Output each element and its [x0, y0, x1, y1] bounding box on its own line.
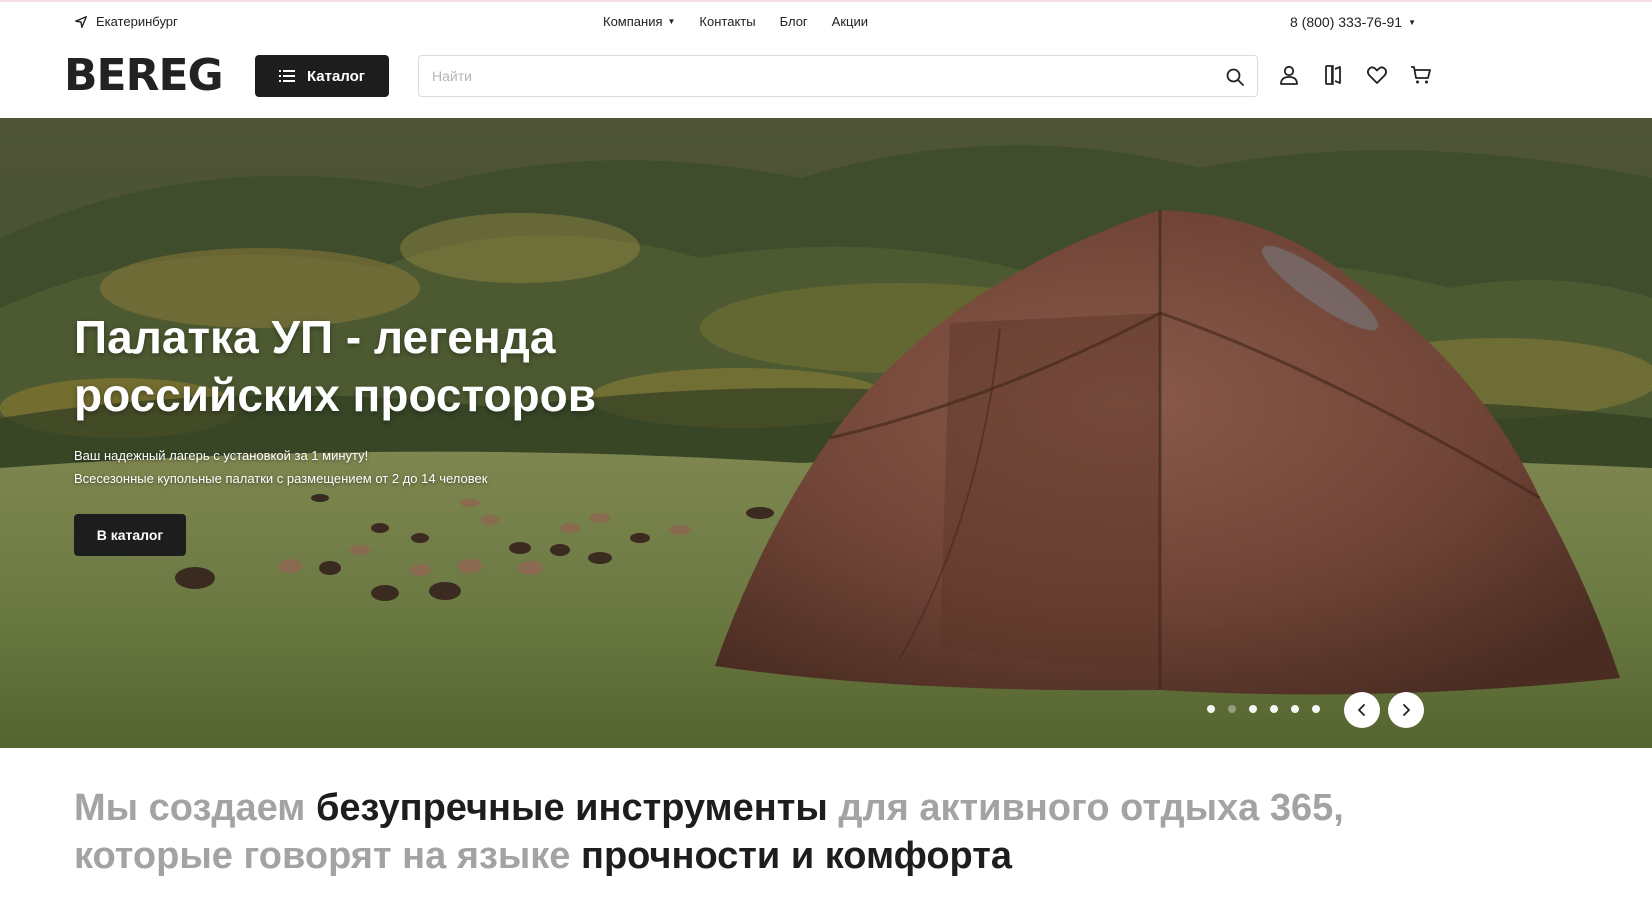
slider-dot[interactable]: [1291, 705, 1299, 713]
location-arrow-icon: [75, 15, 87, 28]
phone-selector[interactable]: 8 (800) 333-76-91 ▼: [1290, 14, 1416, 30]
mission-statement: Мы создаем безупречные инструменты для а…: [74, 784, 1494, 880]
search-icon[interactable]: [1225, 67, 1245, 87]
main-header: BEREG Каталог: [0, 42, 1652, 118]
nav-contacts[interactable]: Контакты: [699, 14, 755, 29]
slider-dot[interactable]: [1207, 705, 1215, 713]
hero-subtitle-line1: Ваш надежный лагерь с установкой за 1 ми…: [74, 448, 369, 463]
user-icon[interactable]: [1278, 64, 1300, 86]
slider-dots: [1207, 705, 1320, 713]
list-icon: [278, 70, 295, 82]
city-label: Екатеринбург: [96, 14, 178, 29]
phone-number: 8 (800) 333-76-91: [1290, 14, 1403, 30]
search-box: [418, 55, 1258, 97]
statement-part: которые говорят на языке: [74, 835, 581, 877]
slider-prev-button[interactable]: [1344, 692, 1380, 728]
slider-dot[interactable]: [1312, 705, 1320, 713]
catalog-button-label: Каталог: [306, 67, 366, 85]
chevron-right-icon: [1403, 704, 1410, 716]
top-bar: Екатеринбург Компания ▼ Контакты Блог Акц…: [0, 2, 1652, 42]
statement-part: для активного отдыха 365,: [827, 787, 1344, 829]
to-catalog-button[interactable]: В каталог: [74, 514, 186, 556]
catalog-button[interactable]: Каталог: [255, 55, 389, 97]
caret-down-icon: ▼: [1408, 17, 1416, 27]
hero-subtitle-line2: Всесезонные купольные палатки с размещен…: [74, 471, 488, 486]
cart-icon[interactable]: [1410, 64, 1432, 86]
slider-dot[interactable]: [1249, 705, 1257, 713]
nav-blog[interactable]: Блог: [780, 14, 808, 29]
hero-title: Палатка УП - легенда российских просторо…: [74, 311, 597, 421]
caret-down-icon: ▼: [667, 17, 676, 26]
statement-highlight: безупречные инструменты: [315, 787, 828, 829]
slider-dot[interactable]: [1270, 705, 1278, 713]
heart-icon[interactable]: [1366, 64, 1388, 86]
city-selector[interactable]: Екатеринбург: [74, 14, 178, 29]
hero-banner: Палатка УП - легенда российских просторо…: [0, 118, 1652, 748]
logo[interactable]: BEREG: [64, 52, 224, 100]
header-icons: [1278, 64, 1432, 86]
hero-image: [0, 118, 1652, 748]
statement-part: Мы создаем: [74, 787, 316, 829]
compare-icon[interactable]: [1322, 64, 1344, 86]
chevron-left-icon: [1358, 704, 1365, 716]
search-input[interactable]: [419, 56, 1199, 96]
nav-promotions[interactable]: Акции: [832, 14, 868, 29]
slider-dot[interactable]: [1228, 705, 1236, 713]
nav-company[interactable]: Компания ▼: [603, 14, 675, 29]
statement-highlight: прочности и комфорта: [581, 835, 1012, 877]
top-nav: Компания ▼ Контакты Блог Акции: [603, 14, 868, 29]
nav-company-label: Компания: [603, 14, 663, 29]
slider-next-button[interactable]: [1388, 692, 1424, 728]
